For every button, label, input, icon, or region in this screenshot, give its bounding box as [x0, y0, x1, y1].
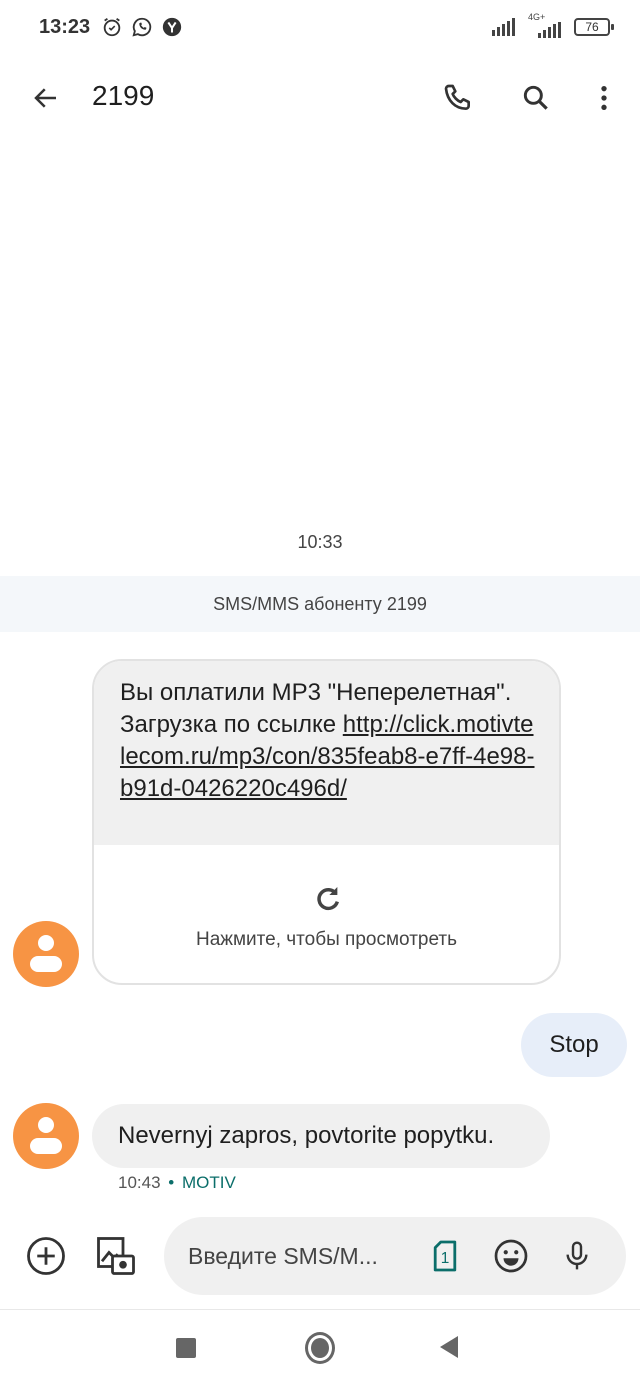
system-nav-bar [0, 1310, 640, 1386]
message-timestamp: 10:33 [297, 532, 343, 552]
sim-selector-button[interactable]: 1 [428, 1239, 462, 1273]
more-options-button[interactable] [582, 76, 626, 120]
status-bar: 13:23 4G+ 76 [0, 0, 640, 58]
battery-indicator: 76 [574, 18, 614, 36]
phone-icon [444, 84, 470, 110]
conversation-title: 2199 [92, 80, 155, 111]
notification-icons [101, 16, 183, 38]
voice-input-button[interactable] [558, 1237, 596, 1275]
sender-avatar[interactable] [13, 921, 79, 987]
tap-to-view-hint: Нажмите, чтобы просмотреть [196, 929, 457, 950]
sim-sender-label: MOTIV [181, 1173, 236, 1192]
recipient-info-banner: SMS/MMS абоненту 2199 [0, 576, 640, 632]
yandex-icon [162, 17, 182, 37]
message-meta: 10:43 • MOTIV [118, 1173, 236, 1193]
status-time: 13:23 [39, 16, 91, 38]
meta-separator: • [168, 1173, 175, 1192]
arrow-left-icon [34, 88, 56, 108]
whatsapp-icon [132, 17, 152, 37]
network-type-label: 4G+ [528, 12, 546, 22]
more-vert-icon [601, 86, 607, 110]
message-input[interactable] [188, 1217, 408, 1295]
avatar-person-icon [38, 1117, 54, 1133]
message-time: 10:43 [118, 1173, 161, 1192]
emoji-button[interactable] [492, 1237, 530, 1275]
compose-bar: 1 [0, 1216, 640, 1296]
signal-icon [492, 18, 515, 36]
avatar-person-icon [38, 935, 54, 951]
outgoing-message[interactable]: Stop [521, 1013, 627, 1077]
incoming-message[interactable]: Nevernyj zapros, povtorite popytku. [92, 1104, 550, 1168]
nav-back-button[interactable] [440, 1336, 458, 1358]
refresh-icon [317, 887, 339, 911]
system-indicators: 4G+ 76 [492, 12, 614, 38]
mms-text: Вы оплатили MP3 "Неперелетная". Загрузка… [94, 661, 559, 845]
add-circle-icon [27, 1237, 65, 1275]
add-attachment-button[interactable] [24, 1234, 68, 1278]
search-button[interactable] [514, 76, 558, 120]
compose-field[interactable]: 1 [164, 1217, 626, 1295]
alarm-icon [103, 17, 121, 37]
recents-button[interactable] [176, 1338, 196, 1358]
svg-text:1: 1 [441, 1250, 450, 1267]
app-bar: 2199 [0, 58, 640, 138]
call-button[interactable] [436, 76, 480, 120]
gallery-camera-icon [97, 1237, 135, 1275]
search-icon [523, 85, 548, 110]
mms-message[interactable]: Вы оплатили MP3 "Неперелетная". Загрузка… [92, 659, 561, 985]
sim-card-icon: 1 [433, 1240, 457, 1272]
emoji-icon [494, 1239, 528, 1273]
back-button[interactable] [26, 78, 66, 118]
gallery-camera-button[interactable] [94, 1234, 138, 1278]
mic-icon [566, 1241, 588, 1270]
signal-4g-icon: 4G+ [528, 12, 564, 38]
home-button[interactable] [305, 1332, 335, 1364]
sender-avatar[interactable] [13, 1103, 79, 1169]
mms-download-area[interactable]: Нажмите, чтобы просмотреть [94, 845, 559, 983]
